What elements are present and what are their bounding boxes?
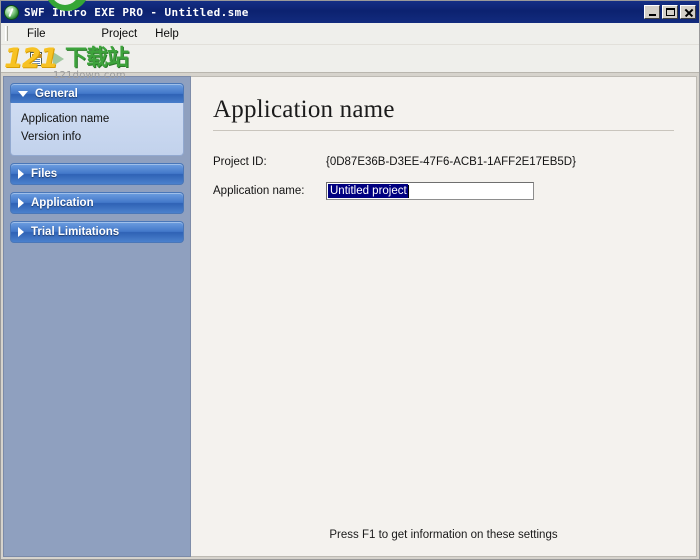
menu-item-help[interactable]: Help	[146, 26, 188, 42]
sidebar-group-files: Files	[10, 163, 184, 185]
status-hint: Press F1 to get information on these set…	[191, 529, 696, 556]
window-controls	[644, 5, 697, 19]
project-id-row: Project ID: {0D87E36B-D3EE-47F6-ACB1-1AF…	[213, 153, 696, 171]
menu-item-file[interactable]: File	[18, 26, 55, 42]
menu-item-edit[interactable]: Edit	[55, 26, 93, 42]
title-bar: SWF Intro EXE PRO - Untitled.sme	[1, 1, 699, 23]
header-divider	[213, 130, 674, 131]
page-header: Application name	[213, 95, 674, 131]
green-swoosh-logo-icon	[39, 0, 95, 17]
menu-bar: File Edit Project Help	[1, 23, 699, 45]
minimize-icon	[649, 14, 656, 16]
sidebar-item-general[interactable]: General	[10, 83, 184, 105]
application-name-row: Application name: Untitled project	[213, 182, 696, 200]
sidebar-item-application-name[interactable]: Application name	[21, 112, 173, 127]
application-name-label: Application name:	[213, 185, 326, 197]
sidebar-group-general-label: General	[35, 88, 78, 100]
sidebar-item-application[interactable]: Application	[10, 192, 184, 214]
menu-drag-grip[interactable]	[5, 26, 8, 41]
main-panel: Application name Project ID: {0D87E36B-D…	[191, 76, 697, 557]
play-run-icon	[53, 52, 64, 66]
menu-item-project[interactable]: Project	[92, 26, 146, 42]
minimize-button[interactable]	[644, 5, 660, 19]
chevron-right-icon	[18, 198, 24, 208]
sidebar-group-trial-limitations-label: Trial Limitations	[31, 226, 119, 238]
toolbar-separator	[15, 50, 17, 68]
content-area: General Application name Version info Fi…	[1, 73, 699, 559]
close-icon	[684, 8, 693, 17]
application-name-input-value: Untitled project	[328, 184, 408, 198]
close-button[interactable]	[680, 5, 696, 19]
app-icon	[4, 5, 19, 20]
project-id-label: Project ID:	[213, 156, 326, 168]
project-id-value: {0D87E36B-D3EE-47F6-ACB1-1AFF2E17EB5D}	[326, 156, 576, 168]
chevron-right-icon	[18, 169, 24, 179]
sidebar-navigation: General Application name Version info Fi…	[3, 76, 191, 557]
sidebar-item-trial-limitations[interactable]: Trial Limitations	[10, 221, 184, 243]
sidebar-group-general: General Application name Version info	[10, 83, 184, 156]
run-button[interactable]	[47, 48, 69, 70]
page-title: Application name	[213, 95, 674, 125]
build-button[interactable]	[25, 48, 47, 70]
sidebar-group-general-body: Application name Version info	[10, 103, 184, 156]
text-caret	[408, 185, 409, 198]
chevron-down-icon	[18, 91, 28, 97]
sidebar-group-files-label: Files	[31, 168, 57, 180]
document-build-icon	[30, 52, 42, 66]
sidebar-group-trial-limitations: Trial Limitations	[10, 221, 184, 243]
maximize-button[interactable]	[662, 5, 678, 19]
application-name-input[interactable]: Untitled project	[326, 182, 534, 200]
settings-form: Project ID: {0D87E36B-D3EE-47F6-ACB1-1AF…	[213, 153, 696, 200]
maximize-icon	[666, 8, 675, 16]
sidebar-group-application: Application	[10, 192, 184, 214]
toolbar	[1, 45, 699, 73]
sidebar-item-files[interactable]: Files	[10, 163, 184, 185]
sidebar-group-application-label: Application	[31, 197, 94, 209]
sidebar-item-version-info[interactable]: Version info	[21, 130, 173, 145]
application-window: SWF Intro EXE PRO - Untitled.sme File Ed…	[0, 0, 700, 560]
chevron-right-icon	[18, 227, 24, 237]
